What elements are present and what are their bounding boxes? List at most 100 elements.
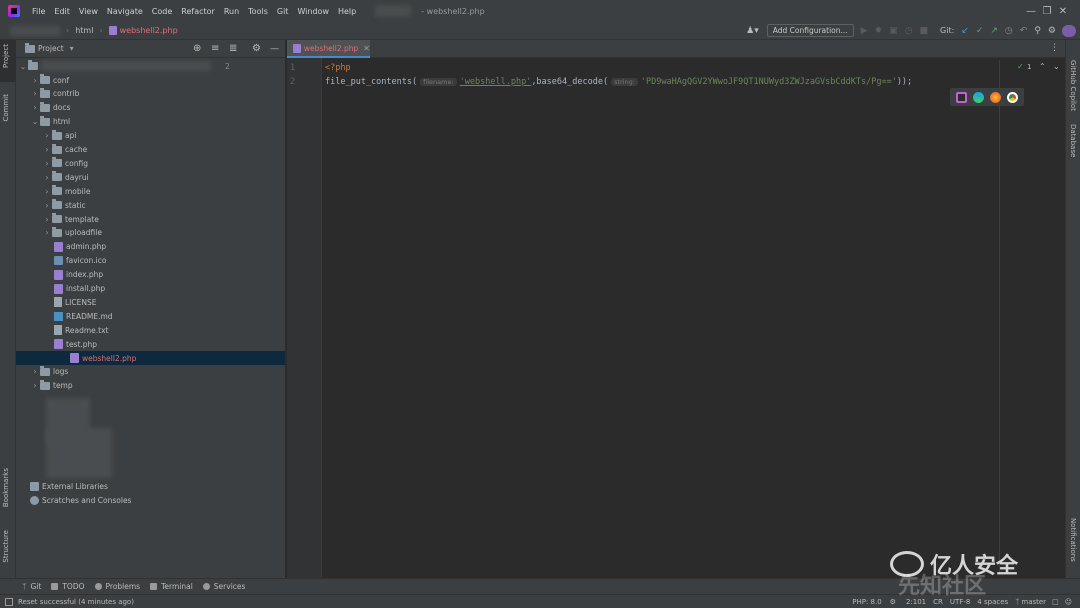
notifications-icon[interactable]: ☺ [1065, 598, 1072, 606]
chevron-right-icon[interactable]: › [30, 89, 40, 98]
profile-icon[interactable]: ◷ [905, 26, 913, 36]
chevron-right-icon[interactable]: › [42, 173, 52, 182]
git-rollback-icon[interactable]: ↶ [1020, 26, 1028, 36]
problems-tool-button[interactable]: Problems [94, 582, 140, 591]
coverage-icon[interactable]: ▣ [889, 26, 898, 36]
php-settings-icon[interactable]: ⚙ [890, 598, 896, 606]
tree-item[interactable]: README.md [42, 309, 113, 323]
menu-navigate[interactable]: Navigate [107, 7, 143, 16]
git-push-icon[interactable]: ↗ [990, 26, 998, 36]
more-options-icon[interactable]: ⋮ [1050, 43, 1059, 53]
user-icon[interactable]: ♟▾ [746, 26, 759, 36]
collapse-all-icon[interactable]: ≣ [229, 43, 237, 54]
commit-tool-tab[interactable]: Commit [2, 94, 10, 122]
tree-item[interactable]: › api [42, 129, 76, 143]
chevron-right-icon[interactable]: › [42, 145, 52, 154]
project-view-dropdown-icon[interactable]: ▾ [70, 44, 74, 53]
tree-item[interactable]: favicon.ico [42, 254, 106, 268]
close-tab-icon[interactable]: ✕ [363, 44, 370, 53]
menu-tools[interactable]: Tools [248, 7, 268, 16]
todo-tool-button[interactable]: TODO [51, 582, 85, 591]
tree-item[interactable]: ⌄ html [30, 115, 70, 129]
chevron-right-icon[interactable]: › [42, 215, 52, 224]
inspection-ok-icon[interactable]: ✓ [1017, 62, 1024, 71]
external-libraries-row[interactable]: External Libraries [30, 479, 108, 493]
project-panel-title[interactable]: Project [38, 44, 64, 53]
lock-icon[interactable]: □ [1052, 598, 1059, 606]
git-commit-icon[interactable]: ✓ [976, 26, 984, 36]
chevron-right-icon[interactable]: › [42, 187, 52, 196]
chrome-browser-icon[interactable] [1007, 91, 1018, 103]
menu-run[interactable]: Run [224, 7, 239, 16]
chevron-down-icon[interactable]: ⌄ [18, 62, 28, 71]
tree-root-row[interactable]: ⌄ 2 [18, 59, 284, 73]
git-tool-button[interactable]: ᛉ Git [22, 582, 41, 591]
services-tool-button[interactable]: Services [202, 582, 245, 591]
chevron-right-icon[interactable]: › [42, 228, 52, 237]
chevron-right-icon[interactable]: › [30, 381, 40, 390]
menu-window[interactable]: Window [297, 7, 329, 16]
tree-item[interactable]: Readme.txt [42, 323, 108, 337]
tree-item[interactable]: › config [42, 156, 88, 170]
menu-help[interactable]: Help [338, 7, 356, 16]
add-configuration-button[interactable]: Add Configuration... [766, 24, 854, 37]
edge-browser-icon[interactable] [973, 91, 984, 103]
tree-item[interactable]: admin.php [42, 240, 106, 254]
structure-tool-tab[interactable]: Structure [2, 530, 10, 563]
tree-item[interactable]: › mobile [42, 184, 90, 198]
tree-item[interactable]: webshell2.php [16, 351, 285, 365]
tree-item[interactable]: › dayrui [42, 170, 89, 184]
chevron-right-icon[interactable]: › [30, 367, 40, 376]
chevron-down-icon[interactable]: ⌄ [30, 117, 40, 126]
run-icon[interactable]: ▶ [861, 26, 868, 36]
search-icon[interactable]: ⚲ [1034, 26, 1041, 36]
tree-item[interactable]: › template [42, 212, 99, 226]
menu-view[interactable]: View [79, 7, 98, 16]
firefox-browser-icon[interactable] [990, 91, 1001, 103]
tree-item[interactable]: LICENSE [42, 295, 96, 309]
chevron-right-icon[interactable]: › [30, 103, 40, 112]
tree-item[interactable]: › logs [30, 365, 68, 379]
code-line-2[interactable]: file_put_contents(filename:'webshell.php… [325, 77, 912, 87]
ai-assistant-icon[interactable] [1062, 24, 1076, 37]
project-tool-tab[interactable]: Project [2, 44, 10, 68]
tab-webshell2[interactable]: webshell2.php ✕ [287, 40, 370, 58]
select-opened-file-icon[interactable]: ⊕ [193, 43, 201, 54]
chevron-right-icon[interactable]: › [42, 201, 52, 210]
terminal-tool-button[interactable]: Terminal [150, 582, 193, 591]
chevron-right-icon[interactable]: › [42, 131, 52, 140]
tree-item[interactable]: index.php [42, 268, 103, 282]
phpstorm-browser-icon[interactable] [956, 91, 967, 103]
breadcrumb-file[interactable]: webshell2.php [120, 26, 178, 35]
menu-edit[interactable]: Edit [54, 7, 70, 16]
php-version[interactable]: PHP: 8.0 [852, 598, 881, 606]
tree-item[interactable]: › contrib [30, 87, 79, 101]
hide-panel-icon[interactable]: — [270, 44, 279, 54]
tree-item[interactable]: › temp [30, 379, 73, 393]
git-update-icon[interactable]: ↙ [961, 26, 969, 36]
menu-git[interactable]: Git [277, 7, 289, 16]
status-toggle-icon[interactable] [5, 597, 13, 606]
expand-all-icon[interactable]: ≡ [211, 43, 219, 54]
menu-code[interactable]: Code [152, 7, 172, 16]
tree-item[interactable]: › cache [42, 143, 87, 157]
menu-refactor[interactable]: Refactor [181, 7, 215, 16]
stop-icon[interactable]: ■ [920, 26, 929, 36]
tree-item[interactable]: › docs [30, 101, 70, 115]
database-tool-tab[interactable]: Database [1069, 124, 1077, 157]
close-window-icon[interactable]: ✕ [1046, 0, 1080, 22]
tree-item[interactable]: test.php [42, 337, 97, 351]
github-copilot-tool-tab[interactable]: GitHub Copilot [1069, 60, 1077, 111]
chevron-down-icon[interactable]: ⌄ [1053, 62, 1060, 71]
code-line-1[interactable]: <?php [325, 63, 351, 73]
debug-icon[interactable]: ✹ [875, 26, 883, 36]
tree-item[interactable]: install.php [42, 282, 105, 296]
chevron-up-icon[interactable]: ⌃ [1039, 62, 1046, 71]
notifications-tool-tab[interactable]: Notifications [1069, 518, 1077, 562]
chevron-right-icon[interactable]: › [42, 159, 52, 168]
git-history-icon[interactable]: ◷ [1005, 26, 1013, 36]
tree-item[interactable]: › uploadfile [42, 226, 102, 240]
bookmarks-tool-tab[interactable]: Bookmarks [2, 468, 10, 507]
tree-item[interactable]: › conf [30, 73, 69, 87]
menu-file[interactable]: File [32, 7, 45, 16]
